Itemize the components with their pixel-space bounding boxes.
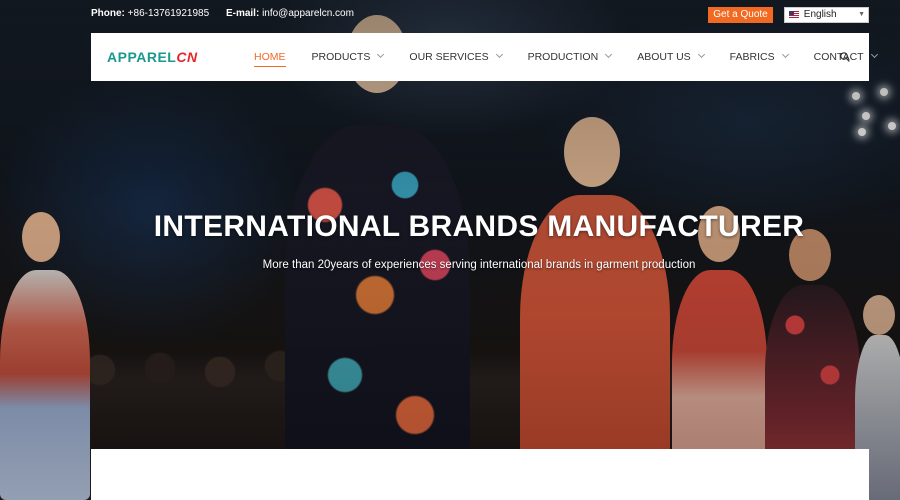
chevron-down-icon (697, 50, 705, 59)
nav-label: PRODUCTS (311, 51, 371, 63)
phone-label: Phone: (91, 8, 125, 19)
logo-text-apparel: APPAREL (107, 49, 177, 65)
site-logo[interactable]: APPARELCN (107, 49, 198, 65)
chevron-down-icon (495, 50, 503, 59)
language-select[interactable]: English ▼ (784, 7, 869, 23)
main-nav: HOME PRODUCTS OUR SERVICES PRODUCTION AB… (254, 33, 900, 81)
contact-bar: Phone: +86-13761921985 E-mail: info@appa… (91, 8, 368, 22)
nav-label: FABRICS (729, 51, 775, 63)
search-icon[interactable] (840, 52, 850, 62)
nav-label: ABOUT US (637, 51, 691, 63)
nav-label: CONTACT (813, 51, 864, 63)
nav-item-fabrics[interactable]: FABRICS (729, 33, 789, 81)
hero-title: INTERNATIONAL BRANDS MANUFACTURER (153, 210, 805, 243)
nav-label: PRODUCTION (527, 51, 599, 63)
nav-item-about-us[interactable]: ABOUT US (637, 33, 705, 81)
email-address[interactable]: info@apparelcn.com (262, 8, 354, 19)
us-flag-icon (789, 10, 799, 18)
email-label: E-mail: (225, 8, 260, 19)
nav-label: OUR SERVICES (409, 51, 489, 63)
get-quote-button[interactable]: Get a Quote (708, 7, 773, 23)
nav-item-production[interactable]: PRODUCTION (527, 33, 613, 81)
main-navbar: APPARELCN HOME PRODUCTS OUR SERVICES PRO… (91, 33, 878, 81)
nav-item-products[interactable]: PRODUCTS (311, 33, 385, 81)
logo-text-cn: CN (176, 49, 198, 65)
nav-item-our-services[interactable]: OUR SERVICES (409, 33, 503, 81)
phone-info: Phone: +86-13761921985 (91, 8, 212, 19)
chevron-down-icon (377, 50, 385, 59)
email-info: E-mail: info@apparelcn.com (226, 8, 354, 19)
hero-subtitle: More than 20years of experiences serving… (262, 259, 696, 271)
content-panel (91, 449, 869, 500)
nav-label: HOME (254, 51, 286, 63)
chevron-down-icon (605, 50, 613, 59)
phone-number[interactable]: +86-13761921985 (128, 8, 209, 19)
chevron-down-icon (781, 50, 789, 59)
nav-item-home[interactable]: HOME (254, 33, 286, 81)
chevron-down-icon: ▼ (858, 11, 865, 18)
language-label: English (803, 9, 837, 20)
chevron-down-icon (870, 50, 878, 59)
